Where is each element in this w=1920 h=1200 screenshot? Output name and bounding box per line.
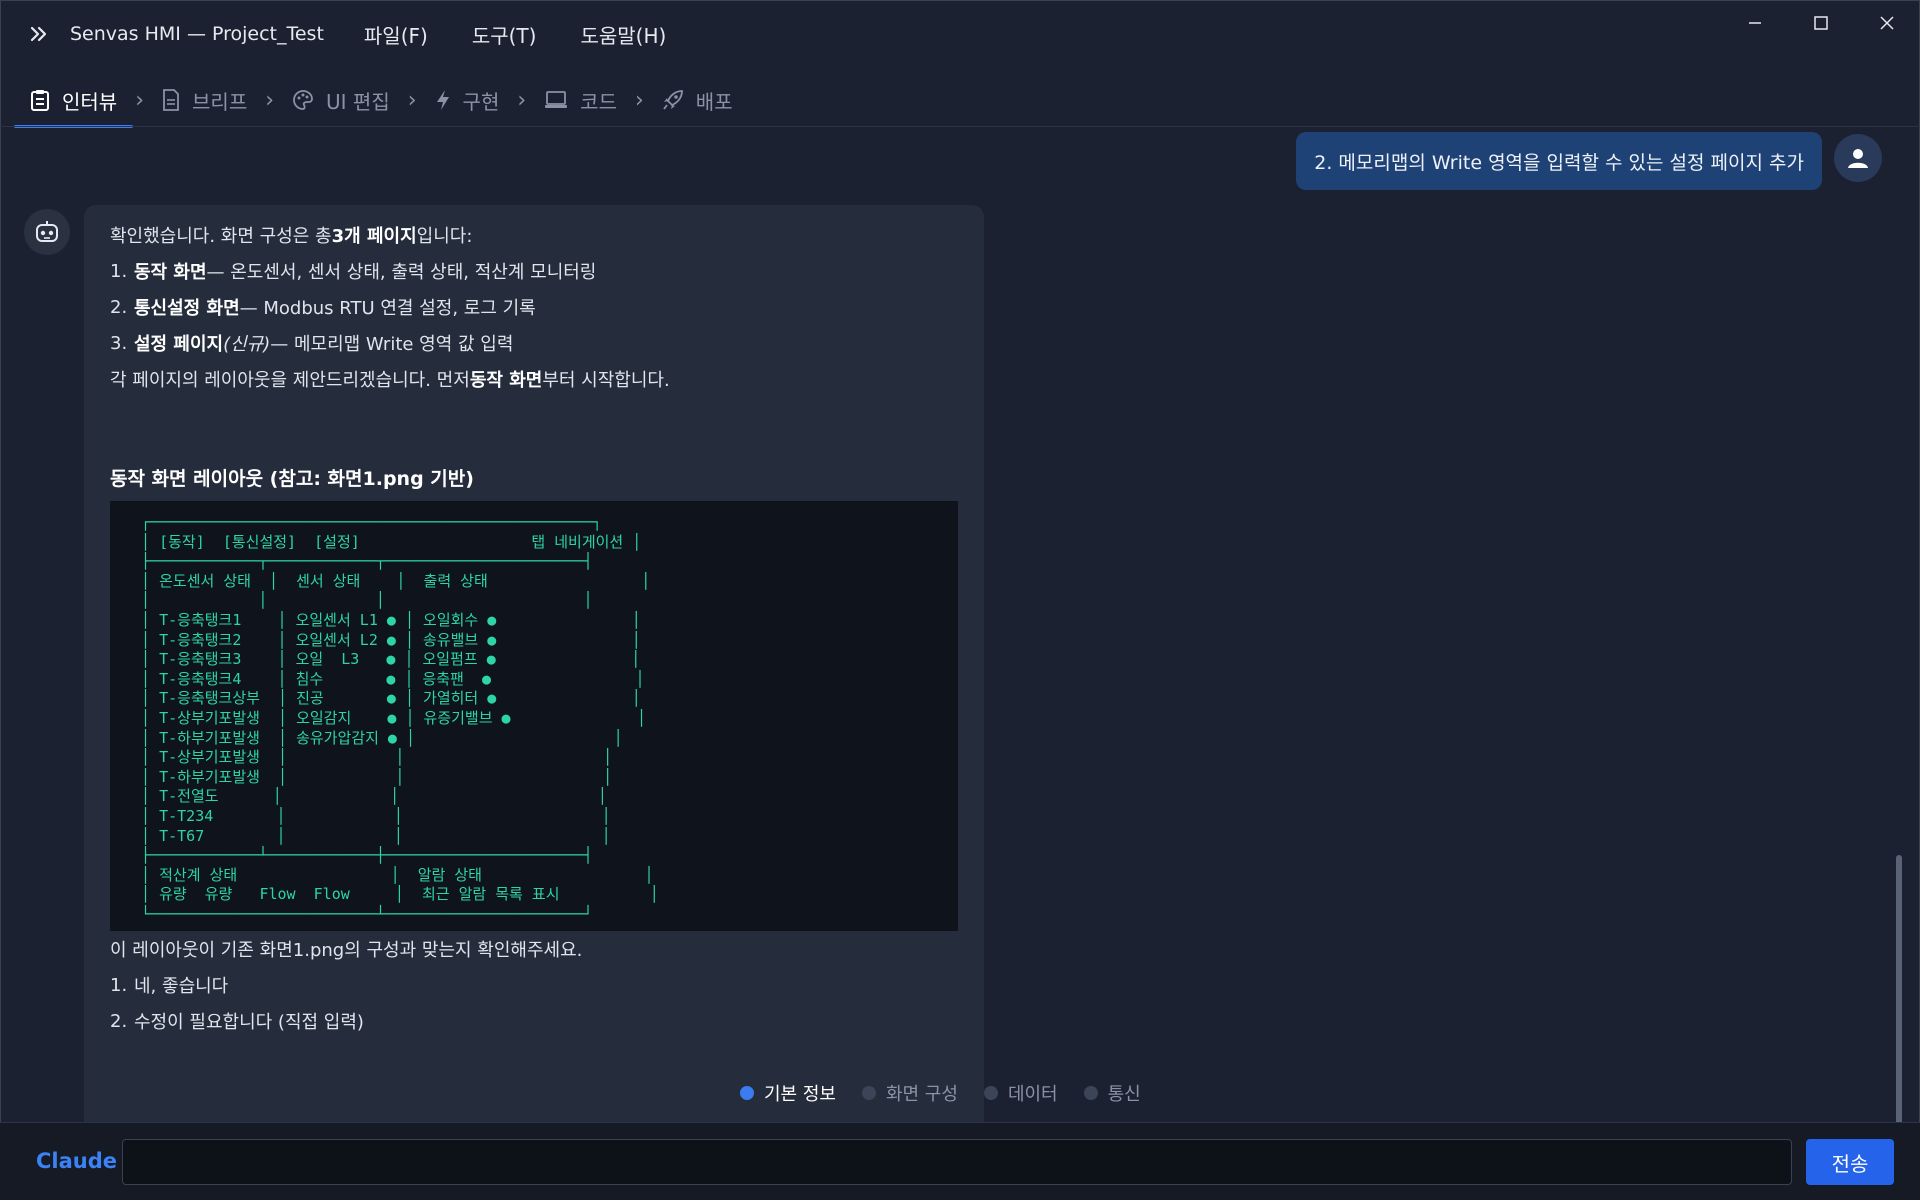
tab-ui-edit[interactable]: UI 편집 [276, 74, 406, 126]
menu-tools[interactable]: 도구(T) [450, 14, 559, 55]
page-description: — 온도센서, 센서 상태, 출력 상태, 적산계 모니터링 [206, 262, 597, 283]
page-description: — 메모리맵 Write 영역 값 입력 [270, 334, 514, 355]
app-title: Senvas HMI — Project_Test [70, 23, 324, 45]
progress-dot [740, 1086, 754, 1100]
chevron-right-icon: › [265, 87, 275, 113]
maximize-icon[interactable] [1788, 0, 1854, 46]
page-name: 통신설정 화면 [134, 298, 240, 319]
expand-sidebar-icon[interactable] [18, 14, 60, 54]
progress-label: 통신 [1107, 1084, 1141, 1105]
progress-dot [983, 1086, 998, 1100]
chat-area[interactable]: 2. 메모리맵의 Write 영역을 입력할 수 있는 설정 페이지 추가 확인… [0, 127, 1906, 1122]
progress-data: 데이터 [983, 1080, 1058, 1106]
menu-file[interactable]: 파일(F) [342, 14, 450, 55]
tab-label: 배포 [695, 89, 733, 114]
chevron-right-icon: › [407, 87, 417, 113]
clipboard-icon [31, 90, 49, 111]
progress-label: 화면 구성 [885, 1084, 958, 1105]
list-number: 3. [110, 332, 128, 354]
confirm-line: 이 레이아웃이 기존 화면1.png의 구성과 맞는지 확인해주세요. [110, 940, 583, 961]
tab-code[interactable]: 코드 [528, 74, 633, 126]
layout-heading: 동작 화면 레이아웃 (참고: 화면1.png 기반) [110, 467, 474, 490]
progress-screen-layout: 화면 구성 [861, 1080, 958, 1106]
list-number: 2. [110, 296, 128, 318]
progress-dot [1083, 1086, 1098, 1100]
send-button[interactable]: 전송 [1806, 1139, 1894, 1185]
bot-avatar-icon [24, 209, 70, 255]
proposal-text-end: 부터 시작합니다. [542, 370, 670, 391]
title-bar: Senvas HMI — Project_Test 파일(F) 도구(T) 도움… [0, 0, 1920, 68]
chat-input[interactable] [122, 1139, 1792, 1185]
proposal-line: 각 페이지의 레이아웃을 제안드리겠습니다. 먼저 동작 화면 부터 시작합니다. [110, 361, 958, 397]
chevron-right-icon: › [634, 87, 644, 113]
tab-label: 코드 [580, 89, 617, 114]
progress-basic-info: 기본 정보 [740, 1080, 836, 1106]
window-controls [1722, 0, 1920, 46]
workflow-steps: 인터뷰 › 브리프 › UI 편집 › 구현 › 코드 › 배포 [14, 74, 749, 128]
layout-ascii-diagram: ┌───────────────────────────────────────… [141, 513, 659, 923]
interview-progress: 기본 정보 화면 구성 데이터 통신 [740, 1079, 1141, 1107]
page-name: 설정 페이지 [134, 334, 224, 355]
progress-label: 기본 정보 [764, 1084, 836, 1105]
tab-implement[interactable]: 구현 [419, 74, 516, 126]
tab-brief[interactable]: 브리프 [146, 74, 263, 126]
user-message: 2. 메모리맵의 Write 영역을 입력할 수 있는 설정 페이지 추가 [1296, 132, 1822, 190]
laptop-icon [545, 91, 568, 108]
user-avatar-icon [1834, 134, 1882, 182]
tab-label: UI 편집 [326, 89, 390, 114]
menu-help[interactable]: 도움말(H) [558, 14, 688, 55]
list-item: 2. 통신설정 화면 — Modbus RTU 연결 설정, 로그 기록 [110, 289, 958, 325]
input-bar: Claude 전송 [0, 1122, 1920, 1200]
list-item: 3. 설정 페이지 (신규) — 메모리맵 Write 영역 값 입력 [110, 325, 958, 361]
progress-communication: 통신 [1083, 1080, 1141, 1106]
progress-label: 데이터 [1007, 1084, 1058, 1105]
minimize-icon[interactable] [1722, 0, 1788, 46]
assistant-message: 확인했습니다. 화면 구성은 총 3개 페이지 입니다: 1. 동작 화면 — 온도… [84, 205, 984, 1122]
chevron-right-icon: › [135, 87, 145, 113]
option-number: 2. [110, 1010, 128, 1032]
chevron-right-icon: › [517, 87, 527, 113]
tab-label: 구현 [462, 89, 500, 114]
intro-text-end: 입니다: [416, 226, 473, 247]
list-item: 1. 동작 화면 — 온도센서, 센서 상태, 출력 상태, 적산계 모니터링 [110, 253, 958, 289]
list-number: 1. [110, 260, 128, 282]
lightning-icon [436, 90, 449, 110]
document-icon [163, 89, 179, 111]
intro-bold: 3개 페이지 [331, 226, 417, 247]
progress-dot [861, 1086, 876, 1100]
tab-deploy[interactable]: 배포 [646, 74, 749, 126]
proposal-text: 각 페이지의 레이아웃을 제안드리겠습니다. 먼저 [110, 370, 470, 391]
rocket-icon [663, 90, 683, 110]
tab-label: 브리프 [192, 89, 248, 114]
intro-text: 확인했습니다. 화면 구성은 총 [110, 226, 332, 247]
tab-interview[interactable]: 인터뷰 [14, 74, 134, 128]
close-icon[interactable] [1854, 0, 1920, 46]
page-description: — Modbus RTU 연결 설정, 로그 기록 [239, 298, 536, 319]
option-number: 1. [110, 974, 128, 996]
tab-label: 인터뷰 [62, 89, 118, 114]
page-name: 동작 화면 [134, 262, 207, 283]
option-label: 네, 좋습니다 [134, 976, 229, 997]
option-item[interactable]: 2. 수정이 필요합니다 (직접 입력) [110, 1003, 958, 1039]
new-tag: (신규) [223, 334, 271, 355]
palette-icon [293, 90, 313, 110]
proposal-bold: 동작 화면 [469, 370, 543, 391]
option-label: 수정이 필요합니다 (직접 입력) [134, 1012, 364, 1033]
layout-code-block[interactable]: ┌───────────────────────────────────────… [110, 501, 958, 931]
chat-scrollbar[interactable] [1896, 855, 1902, 1122]
intro-line: 확인했습니다. 화면 구성은 총 3개 페이지 입니다: [110, 217, 958, 253]
option-item[interactable]: 1. 네, 좋습니다 [110, 967, 958, 1003]
model-selector[interactable]: Claude [36, 1149, 117, 1173]
